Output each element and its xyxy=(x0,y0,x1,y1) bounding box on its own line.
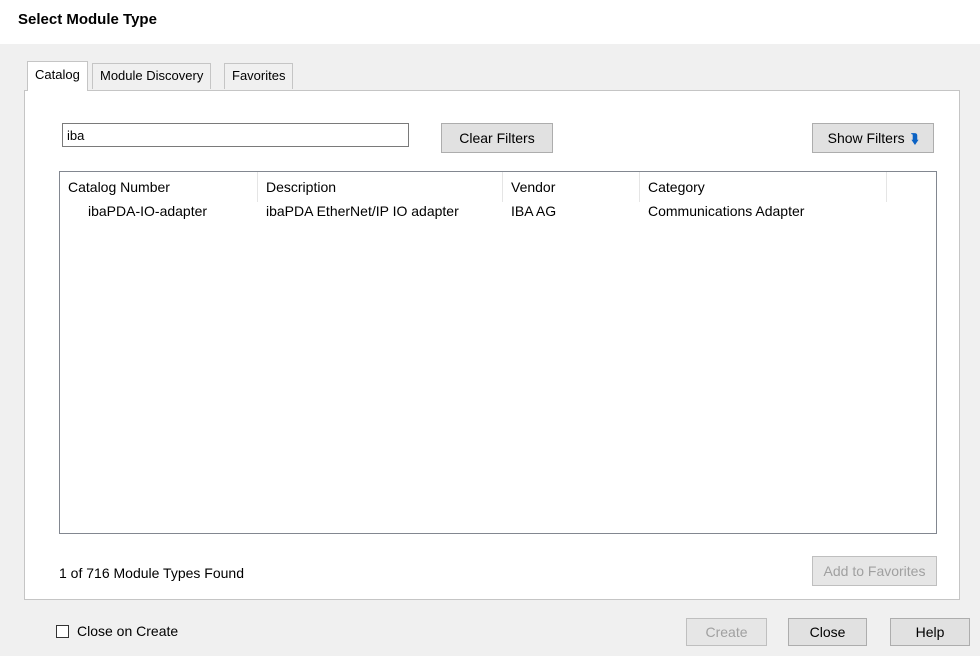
results-count-text: 1 of 716 Module Types Found xyxy=(59,565,244,581)
module-table[interactable]: Catalog Number Description Vendor Catego… xyxy=(59,171,937,534)
catalog-panel: Clear Filters Show Filters ⮯ Catalog Numb… xyxy=(24,90,960,600)
clear-filters-button[interactable]: Clear Filters xyxy=(441,123,553,153)
help-label: Help xyxy=(915,624,945,640)
add-to-favorites-label: Add to Favorites xyxy=(823,563,926,579)
show-filters-label: Show Filters xyxy=(827,130,905,146)
create-label: Create xyxy=(705,624,748,640)
dialog-title-bar: Select Module Type xyxy=(0,0,980,44)
close-label: Close xyxy=(809,624,846,640)
double-chevron-down-icon: ⮯ xyxy=(910,131,919,146)
column-header-vendor[interactable]: Vendor xyxy=(503,172,640,202)
tab-catalog[interactable]: Catalog xyxy=(27,61,88,91)
column-header-description[interactable]: Description xyxy=(258,172,503,202)
table-cell-vendor: IBA AG xyxy=(511,203,557,219)
close-on-create-label[interactable]: Close on Create xyxy=(77,623,178,639)
tab-favorites[interactable]: Favorites xyxy=(224,63,294,89)
table-cell-description: ibaPDA EtherNet/IP IO adapter xyxy=(266,203,459,219)
create-button[interactable]: Create xyxy=(686,618,767,646)
add-to-favorites-button[interactable]: Add to Favorites xyxy=(812,556,937,586)
close-button[interactable]: Close xyxy=(788,618,867,646)
show-filters-button[interactable]: Show Filters ⮯ xyxy=(812,123,934,153)
help-button[interactable]: Help xyxy=(890,618,970,646)
tab-module-discovery[interactable]: Module Discovery xyxy=(92,63,212,89)
column-header-filler xyxy=(887,172,936,202)
table-cell-category: Communications Adapter xyxy=(648,203,805,219)
search-input[interactable] xyxy=(62,123,409,147)
dialog-title: Select Module Type xyxy=(18,11,157,28)
table-row[interactable]: ibaPDA-IO-adapter ibaPDA EtherNet/IP IO … xyxy=(60,202,936,224)
table-cell-catalog-number: ibaPDA-IO-adapter xyxy=(88,203,208,219)
table-header: Catalog Number Description Vendor Catego… xyxy=(60,172,936,202)
column-header-category[interactable]: Category xyxy=(640,172,887,202)
column-header-catalog-number[interactable]: Catalog Number xyxy=(60,172,258,202)
close-on-create-checkbox[interactable] xyxy=(56,625,69,638)
clear-filters-label: Clear Filters xyxy=(459,130,535,146)
